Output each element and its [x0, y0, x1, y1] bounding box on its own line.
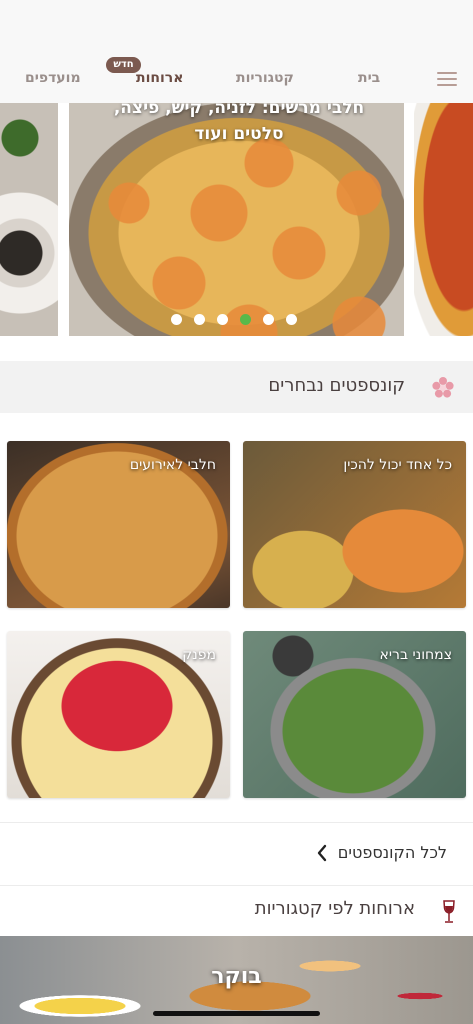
herb-image — [0, 108, 50, 168]
tab-home[interactable]: בית — [358, 70, 380, 86]
divider — [0, 822, 473, 823]
carousel-dot[interactable] — [171, 314, 182, 325]
concept-tile-indulgent[interactable]: מפנק — [7, 631, 230, 798]
carousel-caption: חלבי מרשים: לזניה, קיש, פיצה, סלטים ועוד — [113, 103, 365, 144]
wine-glass-icon — [443, 900, 455, 923]
home-indicator — [153, 1011, 320, 1016]
all-concepts-link[interactable]: לכל הקונספטים — [316, 843, 447, 862]
concept-tile-label: כל אחד יכול להכין — [343, 457, 452, 473]
concepts-title: קונספטים נבחרים — [268, 375, 405, 396]
concept-tile-label: חלבי לאירועים — [129, 457, 216, 473]
flower-icon — [432, 377, 454, 398]
tab-favorites[interactable]: מועדפים — [25, 70, 81, 86]
hero-carousel[interactable]: חלבי מרשים: לזניה, קיש, פיצה, סלטים ועוד — [0, 103, 473, 336]
carousel-pagination — [171, 314, 297, 325]
chevron-left-icon — [317, 844, 326, 861]
tab-meals[interactable]: ארוחות — [136, 70, 183, 86]
carousel-dot[interactable] — [286, 314, 297, 325]
meals-by-category-header: ארוחות לפי קטגוריות — [0, 886, 473, 936]
category-card-label: בוקר — [211, 964, 262, 989]
concepts-header: קונספטים נבחרים — [0, 361, 473, 413]
carousel-slide-next[interactable] — [414, 103, 473, 336]
concept-tile-label: צמחוני בריא — [379, 647, 452, 663]
carousel-dot[interactable] — [194, 314, 205, 325]
concept-tile-label: מפנק — [182, 647, 216, 663]
concept-tile-dairy-events[interactable]: חלבי לאירועים — [7, 441, 230, 608]
carousel-dot[interactable] — [217, 314, 228, 325]
meals-by-category-title: ארוחות לפי קטגוריות — [254, 898, 415, 919]
carousel-slide-previous[interactable] — [0, 103, 58, 336]
concept-tile-healthy-vegetarian[interactable]: צמחוני בריא — [243, 631, 466, 798]
top-nav: בית קטגוריות חדש ארוחות מועדפים — [0, 0, 473, 103]
tab-categories[interactable]: קטגוריות — [236, 70, 294, 86]
carousel-dot-active[interactable] — [240, 314, 251, 325]
concept-tile-anyone-can-cook[interactable]: כל אחד יכול להכין — [243, 441, 466, 608]
carousel-slide-current[interactable]: חלבי מרשים: לזניה, קיש, פיצה, סלטים ועוד — [69, 103, 404, 336]
menu-icon[interactable] — [437, 72, 457, 86]
carousel-dot[interactable] — [263, 314, 274, 325]
all-concepts-label: לכל הקונספטים — [337, 843, 447, 862]
